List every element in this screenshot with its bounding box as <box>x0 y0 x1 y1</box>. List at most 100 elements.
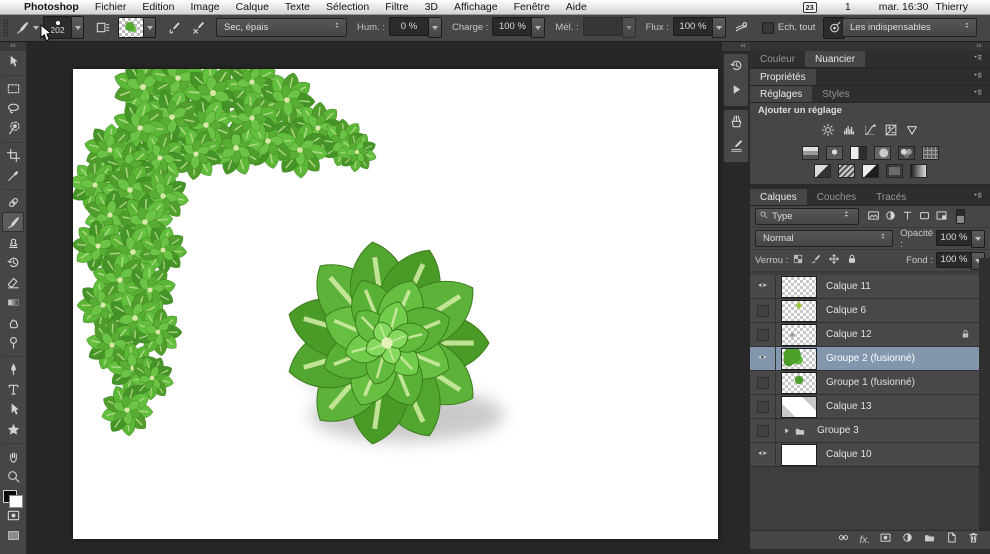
screen-mode-button[interactable] <box>2 528 24 548</box>
sample-all-checkbox[interactable] <box>762 22 774 34</box>
selective-color-icon[interactable] <box>886 164 903 178</box>
color-balance-icon[interactable] <box>826 146 843 160</box>
vibrance-icon[interactable] <box>905 123 919 142</box>
menu-photoshop[interactable]: Photoshop <box>16 0 87 14</box>
history-brush-tool[interactable] <box>2 252 24 272</box>
eyedropper-tool[interactable] <box>2 165 24 185</box>
dodge-tool[interactable] <box>2 332 24 352</box>
visibility-toggle[interactable] <box>750 395 776 418</box>
mixer-brush-tool[interactable] <box>2 212 24 232</box>
exposure-icon[interactable] <box>884 123 898 142</box>
menu-clock[interactable]: mar. 16:30 <box>879 1 929 13</box>
opacity-dropdown-button[interactable] <box>971 230 985 248</box>
load-brush-icon[interactable] <box>164 18 184 38</box>
brush-load-dropdown-button[interactable] <box>144 17 156 38</box>
color-lookup-icon[interactable] <box>922 146 939 160</box>
panel-menu-icon[interactable] <box>971 89 985 102</box>
lock-transparency-icon[interactable] <box>792 253 804 268</box>
visibility-toggle[interactable] <box>750 347 776 370</box>
user-name[interactable]: Thierry <box>935 1 968 13</box>
layer-name[interactable]: Calque 6 <box>826 305 866 316</box>
tab-propri-t-s[interactable]: Propriétés <box>750 69 816 85</box>
layer-row[interactable]: Calque 13 <box>750 395 979 419</box>
link-layers-icon[interactable] <box>837 531 850 549</box>
tab-r-glages[interactable]: Réglages <box>750 86 812 102</box>
airbrush-icon[interactable] <box>732 18 752 38</box>
layer-thumbnail[interactable] <box>781 396 817 418</box>
layer-row[interactable]: Calque 11 <box>750 275 979 299</box>
photo-filter-icon[interactable] <box>874 146 891 160</box>
flow-value[interactable]: 100 % <box>673 17 712 36</box>
levels-icon[interactable] <box>842 123 856 142</box>
quick-mask-button[interactable] <box>2 508 24 528</box>
mix-control[interactable] <box>583 17 636 38</box>
tab-couches[interactable]: Couches <box>807 189 866 205</box>
hue-saturation-icon[interactable] <box>802 146 819 160</box>
visibility-toggle[interactable] <box>750 275 776 298</box>
layer-name[interactable]: Calque 11 <box>826 281 871 292</box>
document-canvas[interactable] <box>73 69 718 539</box>
color-swatches[interactable] <box>3 490 23 508</box>
threshold-icon[interactable] <box>862 164 879 178</box>
layer-row[interactable]: Calque 12 <box>750 323 979 347</box>
custom-shape-tool[interactable] <box>2 419 24 439</box>
toggle-brush-panel-icon[interactable] <box>92 18 112 38</box>
wet-value[interactable]: 0 % <box>389 17 428 36</box>
menu-aide[interactable]: Aide <box>558 0 595 14</box>
lock-position-icon[interactable] <box>828 253 840 268</box>
menu-fichier[interactable]: Fichier <box>87 0 135 14</box>
visibility-toggle[interactable] <box>750 371 776 394</box>
mixer-combo-dropdown[interactable]: Sec, épais <box>216 18 347 37</box>
layer-name[interactable]: Groupe 2 (fusionné) <box>826 353 915 364</box>
layer-thumbnail[interactable] <box>781 372 817 394</box>
layer-name[interactable]: Calque 13 <box>826 401 872 412</box>
tab-calques[interactable]: Calques <box>750 189 807 205</box>
new-group-icon[interactable] <box>923 531 936 549</box>
tab-couleur[interactable]: Couleur <box>750 51 805 67</box>
quick-selection-tool[interactable] <box>2 118 24 138</box>
add-mask-icon[interactable] <box>879 531 892 549</box>
disclosure-triangle-icon[interactable] <box>782 425 792 437</box>
brush-preset-dropdown-button[interactable] <box>72 16 84 39</box>
document-pasteboard[interactable] <box>26 42 722 554</box>
opacity-value[interactable]: 100 % <box>936 230 971 246</box>
layer-thumbnail[interactable] <box>781 444 817 466</box>
new-adjustment-icon[interactable] <box>901 531 914 549</box>
tab-trac-s[interactable]: Tracés <box>866 189 916 205</box>
menu-image[interactable]: Image <box>182 0 227 14</box>
layer-name[interactable]: Groupe 3 <box>817 425 859 436</box>
layer-thumbnail[interactable] <box>781 324 817 346</box>
menu-filtre[interactable]: Filtre <box>377 0 416 14</box>
tab-nuancier[interactable]: Nuancier <box>805 51 865 67</box>
load-control[interactable]: 100 % <box>492 17 545 38</box>
blend-mode-select[interactable]: Normal <box>755 230 893 247</box>
apple-menu[interactable] <box>0 0 16 15</box>
flow-control[interactable]: 100 % <box>673 17 726 38</box>
mixer-brush-tool-icon[interactable] <box>12 18 32 38</box>
brush-presets-panel-icon[interactable] <box>725 112 747 136</box>
menu-edition[interactable]: Edition <box>134 0 182 14</box>
type-filter-icon[interactable] <box>901 209 914 225</box>
move-tool[interactable] <box>2 51 24 71</box>
calendar-badge[interactable]: 23 <box>803 2 817 13</box>
black-white-icon[interactable] <box>850 146 867 160</box>
new-layer-icon[interactable] <box>945 531 958 549</box>
opacity-control[interactable]: 100 % <box>936 230 985 248</box>
lock-all-icon[interactable] <box>846 253 858 268</box>
tab-styles[interactable]: Styles <box>812 86 859 102</box>
layer-row[interactable]: Groupe 1 (fusionné) <box>750 371 979 395</box>
visibility-toggle[interactable] <box>750 443 776 466</box>
invert-icon[interactable] <box>814 164 831 178</box>
smudge-tool[interactable] <box>2 312 24 332</box>
panel-menu-icon[interactable] <box>971 54 985 67</box>
gradient-map-icon[interactable] <box>910 164 927 178</box>
brightness-contrast-icon[interactable] <box>821 123 835 142</box>
layer-name[interactable]: Calque 12 <box>826 329 872 340</box>
crop-tool[interactable] <box>2 142 24 165</box>
posterize-icon[interactable] <box>838 164 855 178</box>
layer-thumbnail[interactable] <box>781 276 817 298</box>
wet-control[interactable]: 0 % <box>389 17 442 38</box>
ministrip-collapse-bar[interactable] <box>722 42 750 51</box>
delete-layer-icon[interactable] <box>967 531 980 549</box>
channel-mixer-icon[interactable] <box>898 146 915 160</box>
